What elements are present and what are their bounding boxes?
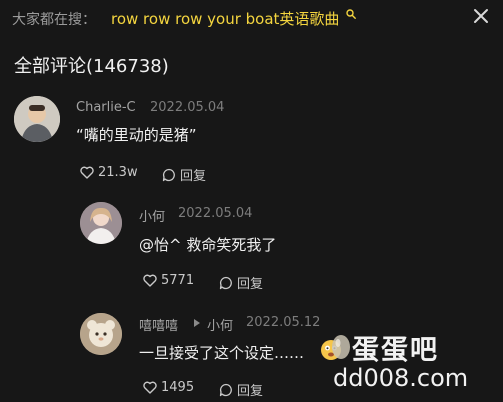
reply-to-arrow-icon [194, 319, 200, 327]
comment-text: “嘴的里动的是猪” [76, 126, 197, 144]
like-button[interactable]: 21.3w [80, 165, 138, 180]
heart-icon [80, 166, 94, 179]
search-icon[interactable] [346, 9, 356, 19]
reply-label: 回复 [237, 384, 264, 399]
reply-button[interactable]: 回复 [162, 165, 206, 184]
heart-icon [143, 381, 157, 394]
comments-count-title: 全部评论(146738) [14, 56, 169, 77]
like-count: 1495 [161, 380, 195, 395]
reply-button[interactable]: 回复 [219, 273, 263, 292]
comment-bubble-icon [162, 168, 175, 181]
comment-bubble-icon [219, 276, 232, 289]
comment-author[interactable]: 嘻嘻嘻 [139, 315, 178, 334]
like-button[interactable]: 5771 [143, 273, 194, 288]
heart-icon [143, 274, 157, 287]
avatar-photo [80, 202, 122, 244]
search-prefix-label: 大家都在搜： [12, 12, 96, 28]
avatar[interactable] [80, 202, 122, 244]
comment-date: 2022.05.12 [246, 315, 321, 330]
avatar[interactable] [14, 96, 60, 142]
comment-date: 2022.05.04 [178, 206, 253, 221]
avatar-photo [14, 96, 60, 142]
comment-bubble-icon [219, 383, 232, 396]
comment-author[interactable]: Charlie-C [76, 100, 136, 115]
search-suggestion-link[interactable]: row row row your boat英语歌曲 [111, 8, 339, 29]
comment-text: @怡^ 救命笑死我了 [139, 236, 277, 254]
comment-text: 一旦接受了这个设定…… [139, 344, 305, 362]
like-button[interactable]: 1495 [143, 380, 194, 395]
reply-label: 回复 [237, 277, 264, 292]
avatar[interactable] [80, 313, 122, 355]
reply-to-user[interactable]: 小何 [207, 315, 233, 334]
reply-button[interactable]: 回复 [219, 380, 263, 399]
comment-author[interactable]: 小何 [139, 206, 165, 225]
watermark-url: dd008.com [333, 364, 469, 392]
like-count: 21.3w [98, 165, 138, 180]
search-header: 大家都在搜： row row row your boat英语歌曲 [0, 0, 503, 40]
close-icon[interactable] [473, 8, 489, 24]
watermark-egg-logo-icon [332, 335, 350, 359]
comment-date: 2022.05.04 [150, 100, 225, 115]
reply-label: 回复 [180, 169, 207, 184]
watermark-logo-text: 蛋蛋吧 [352, 335, 439, 366]
like-count: 5771 [161, 273, 195, 288]
avatar-photo [80, 313, 122, 355]
